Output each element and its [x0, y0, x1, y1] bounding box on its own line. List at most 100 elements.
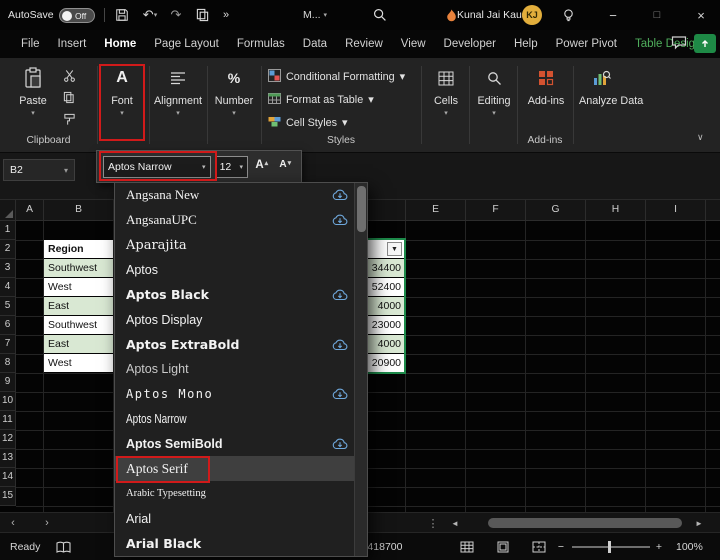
tab-data[interactable]: Data	[294, 30, 336, 58]
tab-file[interactable]: File	[12, 30, 49, 58]
cell-B7[interactable]: East	[44, 335, 113, 353]
row-header-11[interactable]: 11	[0, 411, 16, 430]
tab-help[interactable]: Help	[505, 30, 547, 58]
paste-button[interactable]: Paste ▾	[14, 64, 52, 117]
accessibility-checker-icon[interactable]	[56, 533, 71, 560]
column-header-A[interactable]: A	[16, 200, 44, 221]
font-option-aptos[interactable]: Aptos	[115, 258, 354, 283]
row-header-3[interactable]: 3	[0, 259, 16, 278]
zoom-slider-track[interactable]	[572, 546, 650, 548]
conditional-formatting-button[interactable]: Conditional Formatting ▾	[268, 66, 405, 87]
row-header-6[interactable]: 6	[0, 316, 16, 335]
tab-page-layout[interactable]: Page Layout	[145, 30, 228, 58]
share-button[interactable]	[694, 34, 716, 53]
column-header-B[interactable]: B	[44, 200, 114, 221]
page-break-view-icon[interactable]	[532, 533, 546, 560]
font-size-combo[interactable]: 12 ▾	[215, 156, 248, 178]
avatar[interactable]: KJ	[522, 5, 542, 25]
font-option-arial[interactable]: Arial	[115, 506, 354, 531]
column-header-E[interactable]: E	[406, 200, 466, 221]
tab-formulas[interactable]: Formulas	[228, 30, 294, 58]
editing-group-button[interactable]: Editing ▾	[473, 64, 515, 117]
sheet-tab-right-arrow[interactable]: ›	[38, 513, 56, 533]
number-group-button[interactable]: % Number ▾	[213, 64, 255, 117]
page-layout-view-icon[interactable]	[496, 533, 510, 560]
font-name-combo[interactable]: Aptos Narrow ▾	[103, 156, 211, 178]
tab-insert[interactable]: Insert	[49, 30, 96, 58]
cell-B4[interactable]: West	[44, 278, 113, 296]
cells-group-button[interactable]: Cells ▾	[427, 64, 465, 117]
column-header-partial[interactable]	[706, 200, 720, 221]
quick-access-overflow-icon[interactable]: »	[216, 5, 236, 25]
cut-icon[interactable]	[58, 66, 80, 84]
comments-icon[interactable]	[671, 35, 687, 53]
name-box[interactable]: B2 ▾	[3, 159, 75, 181]
autosave-toggle[interactable]: Off	[59, 8, 95, 23]
addins-button[interactable]: Add-ins	[523, 64, 569, 107]
font-option-aptos-mono[interactable]: Aptos Mono	[115, 382, 354, 407]
row-header-8[interactable]: 8	[0, 354, 16, 373]
font-option-aparajita[interactable]: Aparajita	[115, 233, 354, 258]
analyze-data-button[interactable]: Analyze Data	[578, 64, 626, 107]
font-option-aptos-extrabold[interactable]: Aptos ExtraBold	[115, 332, 354, 357]
hscroll-left-arrow[interactable]: ◄	[448, 513, 462, 533]
cell-B6[interactable]: Southwest	[44, 316, 113, 334]
cell-B8[interactable]: West	[44, 354, 113, 372]
row-header-12[interactable]: 12	[0, 430, 16, 449]
row-header-4[interactable]: 4	[0, 278, 16, 297]
cell-B3[interactable]: Southwest	[44, 259, 113, 277]
lightbulb-icon[interactable]	[558, 5, 578, 25]
font-option-aptos-light[interactable]: Aptos Light	[115, 357, 354, 382]
zoom-level[interactable]: 100%	[676, 533, 703, 560]
copy-icon[interactable]	[192, 5, 212, 25]
zoom-in-button[interactable]: +	[654, 533, 664, 560]
select-all-corner[interactable]	[0, 200, 16, 221]
alignment-group-button[interactable]: Alignment ▾	[153, 64, 203, 117]
hscroll-thumb[interactable]	[488, 518, 682, 528]
font-option-aptos-black[interactable]: Aptos Black	[115, 282, 354, 307]
font-option-arial-black[interactable]: Arial Black	[115, 531, 354, 556]
filter-dropdown-button[interactable]: ▼	[387, 242, 402, 256]
minimize-button[interactable]: −	[596, 0, 630, 30]
zoom-slider-thumb[interactable]	[608, 541, 611, 553]
redo-icon[interactable]: ↷	[166, 5, 186, 25]
maximize-button[interactable]: □	[640, 0, 674, 30]
ribbon-collapse-chevron-icon[interactable]: ∨	[697, 132, 704, 143]
tab-view[interactable]: View	[392, 30, 435, 58]
tab-home[interactable]: Home	[95, 30, 145, 58]
undo-icon[interactable]: ↶▾	[138, 5, 162, 25]
grow-font-button[interactable]: A▴	[252, 156, 272, 178]
font-option-angsana-new[interactable]: Angsana New	[115, 183, 354, 208]
row-header-7[interactable]: 7	[0, 335, 16, 354]
font-option-aptos-semibold[interactable]: Aptos SemiBold	[115, 432, 354, 457]
font-option-aptos-narrow[interactable]: Aptos Narrow	[115, 407, 354, 432]
sheet-tab-left-arrow[interactable]: ‹	[4, 513, 22, 533]
column-header-H[interactable]: H	[586, 200, 646, 221]
cell-B2[interactable]: Region	[44, 240, 113, 258]
row-header-2[interactable]: 2	[0, 240, 16, 259]
column-header-I[interactable]: I	[646, 200, 706, 221]
row-header-14[interactable]: 14	[0, 468, 16, 487]
cell-styles-button[interactable]: Cell Styles ▾	[268, 112, 347, 133]
tab-review[interactable]: Review	[336, 30, 392, 58]
font-option-aptos-display[interactable]: Aptos Display	[115, 307, 354, 332]
font-list-scrollbar[interactable]	[354, 183, 367, 556]
font-option-arabic-typesetting[interactable]: Arabic Typesetting	[115, 481, 354, 506]
workbook-title[interactable]: M... ▾	[296, 5, 334, 25]
save-icon[interactable]	[112, 5, 132, 25]
row-header-13[interactable]: 13	[0, 449, 16, 468]
font-group-button[interactable]: A Font ▾	[103, 64, 141, 117]
normal-view-icon[interactable]	[460, 533, 474, 560]
close-button[interactable]: ×	[684, 0, 718, 30]
hscroll-right-arrow[interactable]: ►	[692, 513, 706, 533]
font-option-aptos-serif[interactable]: Aptos Serif	[115, 456, 354, 481]
tab-power-pivot[interactable]: Power Pivot	[547, 30, 626, 58]
scrollbar-splitter-icon[interactable]: ⋮	[426, 513, 440, 533]
search-icon[interactable]	[370, 5, 390, 25]
copy-small-icon[interactable]	[58, 88, 80, 106]
row-header-15[interactable]: 15	[0, 487, 16, 506]
zoom-out-button[interactable]: −	[556, 533, 566, 560]
format-painter-icon[interactable]	[58, 110, 80, 128]
row-header-1[interactable]: 1	[0, 221, 16, 240]
scrollbar-thumb[interactable]	[357, 186, 366, 232]
